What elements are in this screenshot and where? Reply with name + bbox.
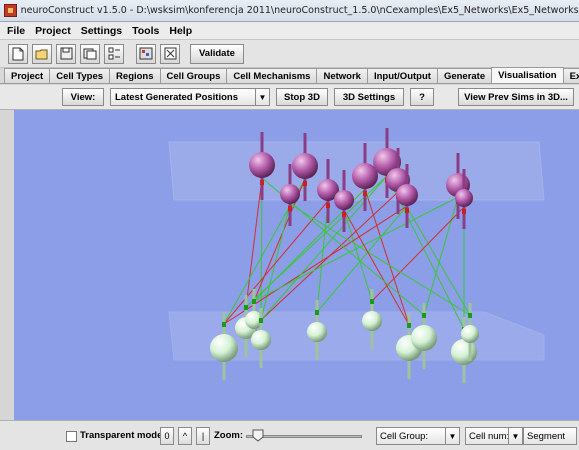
menu-tools[interactable]: Tools: [127, 25, 164, 37]
synapse-marker: [260, 180, 264, 185]
target-cell-soma: [451, 339, 477, 365]
menu-settings[interactable]: Settings: [76, 25, 127, 37]
chevron-down-icon: ▼: [255, 89, 269, 105]
cell-group-label: Cell Group:: [380, 430, 429, 442]
synaptic-connection: [316, 205, 408, 313]
menu-bar: File Project Settings Tools Help: [0, 22, 579, 40]
synaptic-connection: [253, 196, 459, 302]
3d-viewport[interactable]: [14, 110, 579, 420]
source-cell-soma: [280, 184, 300, 204]
synapse-marker: [303, 181, 307, 186]
tab-network[interactable]: Network: [316, 68, 368, 83]
stop-3d-button[interactable]: Stop 3D: [276, 88, 328, 106]
view-select[interactable]: Latest Generated Positions ▼: [110, 88, 270, 106]
source-cell-soma: [396, 184, 418, 206]
synapse-marker: [244, 305, 248, 310]
target-cell-soma: [461, 325, 479, 343]
source-cell-soma: [334, 190, 354, 210]
tab-cell-types[interactable]: Cell Types: [49, 68, 111, 83]
tab-cell-groups[interactable]: Cell Groups: [159, 68, 228, 83]
synapse-marker: [363, 191, 367, 196]
source-cell-soma: [292, 153, 318, 179]
synapse-marker: [462, 209, 466, 214]
synaptic-connection: [343, 209, 373, 302]
main-toolbar: Validate: [0, 40, 579, 68]
main-tabs: Project Cell Types Regions Cell Groups C…: [0, 67, 579, 84]
tab-generate[interactable]: Generate: [436, 68, 493, 83]
window-titlebar: neuroConstruct v1.5.0 - D:\wsksim\konfer…: [0, 0, 579, 22]
close-project-button[interactable]: [160, 43, 180, 64]
zip-project-icon: [139, 47, 153, 60]
reset-zero-button[interactable]: 0: [160, 427, 174, 445]
transparent-mode-label: Transparent mode: [80, 430, 163, 441]
save-project-icon: [60, 47, 72, 60]
synaptic-connection: [289, 203, 471, 316]
save-as-icon: [83, 48, 97, 60]
new-project-button[interactable]: [8, 43, 28, 64]
synapse-marker: [468, 313, 472, 318]
save-as-button[interactable]: [80, 43, 100, 64]
open-project-icon: [35, 49, 48, 59]
synapse-marker: [259, 318, 263, 323]
chevron-down-icon: ▼: [508, 428, 522, 444]
synapse-marker: [326, 203, 330, 208]
view-select-value: Latest Generated Positions: [115, 91, 239, 103]
menu-file[interactable]: File: [2, 25, 30, 37]
tab-regions[interactable]: Regions: [109, 68, 161, 83]
synapse-marker: [422, 313, 426, 318]
synapse-marker: [370, 299, 374, 304]
zip-project-button[interactable]: [136, 43, 156, 64]
help-button[interactable]: ?: [410, 88, 434, 106]
source-cell-soma: [249, 152, 275, 178]
zoom-slider-thumb[interactable]: [252, 429, 264, 442]
synapse-marker: [405, 208, 409, 213]
neuroconstruct-app-icon: [4, 4, 17, 17]
rotate-bar-button[interactable]: |: [196, 427, 210, 445]
cell-num-select[interactable]: Cell num: ▼: [465, 427, 523, 445]
bottom-controls: Transparent mode 0 ^ | Zoom: Cell Group:…: [0, 420, 579, 450]
menu-help[interactable]: Help: [164, 25, 197, 37]
synaptic-connection: [316, 200, 329, 313]
save-project-button[interactable]: [56, 43, 76, 64]
target-cell-soma: [411, 325, 437, 351]
tab-input-output[interactable]: Input/Output: [366, 68, 438, 83]
target-cell-soma: [210, 334, 238, 362]
rotate-up-button[interactable]: ^: [178, 427, 192, 445]
close-project-icon: [164, 47, 176, 60]
chevron-down-icon: ▼: [445, 428, 459, 444]
synapse-marker: [407, 323, 411, 328]
network-3d-scene[interactable]: [14, 110, 579, 420]
zoom-label: Zoom:: [214, 430, 244, 441]
validate-button[interactable]: Validate: [190, 43, 244, 64]
target-cell-soma: [362, 311, 382, 331]
synapse-marker: [288, 206, 292, 211]
cell-num-label: Cell num:: [469, 430, 510, 442]
synaptic-connection: [260, 203, 291, 321]
synapse-marker: [315, 310, 319, 315]
source-cell-soma: [455, 189, 473, 207]
tab-cell-mechanisms[interactable]: Cell Mechanisms: [226, 68, 318, 83]
open-project-button[interactable]: [32, 43, 52, 64]
target-cell-soma: [251, 330, 271, 350]
options-icon: [108, 47, 120, 60]
3d-settings-button[interactable]: 3D Settings: [334, 88, 404, 106]
cell-group-select[interactable]: Cell Group: ▼: [376, 427, 460, 445]
options-button[interactable]: [104, 43, 124, 64]
synapse-marker: [342, 212, 346, 217]
tab-project[interactable]: Project: [4, 68, 51, 83]
view-prev-sims-button[interactable]: View Prev Sims in 3D...: [458, 88, 574, 106]
new-project-icon: [12, 47, 24, 60]
segment-select[interactable]: Segment: [523, 427, 577, 445]
view-button[interactable]: View:: [62, 88, 104, 106]
tab-export[interactable]: Export: [562, 68, 579, 83]
target-cell-soma: [307, 322, 327, 342]
menu-project[interactable]: Project: [30, 25, 76, 37]
synapse-marker: [252, 299, 256, 304]
window-title: neuroConstruct v1.5.0 - D:\wsksim\konfer…: [20, 5, 579, 16]
synapse-marker: [222, 322, 226, 327]
segment-label: Segment: [527, 430, 566, 442]
transparent-mode-checkbox[interactable]: [66, 431, 77, 442]
tab-visualisation[interactable]: Visualisation: [491, 67, 564, 83]
visualisation-controls: View: Latest Generated Positions ▼ Stop …: [0, 85, 579, 110]
